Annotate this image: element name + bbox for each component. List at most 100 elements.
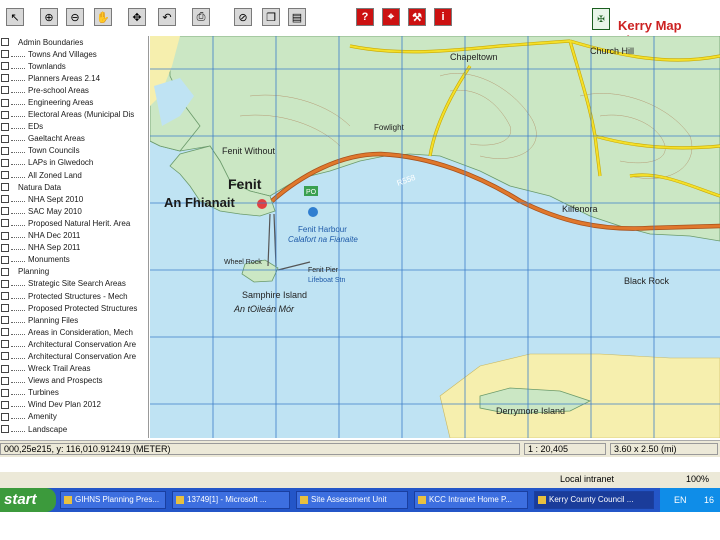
layer-checkbox[interactable] [1, 62, 9, 71]
layer-label: Admin Boundaries [18, 37, 84, 47]
layer-item[interactable]: Town Councils [0, 145, 148, 157]
layer-item[interactable]: NHA Sept 2010 [0, 193, 148, 205]
layer-checkbox[interactable] [1, 231, 9, 240]
layer-item[interactable]: Architectural Conservation Are [0, 350, 148, 362]
layer-checkbox[interactable] [1, 74, 9, 83]
layer-item[interactable]: SAC May 2010 [0, 205, 148, 217]
layer-checkbox[interactable] [1, 316, 9, 325]
taskbar-item-active[interactable]: Kerry County Council ... [534, 491, 654, 509]
layer-item[interactable]: Architectural Conservation Are [0, 338, 148, 350]
layer-checkbox[interactable] [1, 425, 9, 434]
layer-checkbox[interactable] [1, 352, 9, 361]
layer-item[interactable]: Pre-school Areas [0, 84, 148, 96]
zoom-out-icon[interactable]: ⊖ [66, 8, 84, 26]
layer-checkbox[interactable] [1, 183, 9, 192]
layer-symbol-icon [11, 378, 25, 384]
pan-hand-icon[interactable]: ✋ [94, 8, 112, 26]
layer-item[interactable]: Planners Areas 2.14 [0, 72, 148, 84]
layer-item[interactable]: Electoral Areas (Municipal Dis [0, 109, 148, 121]
layer-item[interactable]: Towns And Villages [0, 48, 148, 60]
layer-checkbox[interactable] [1, 158, 9, 167]
layer-checkbox[interactable] [1, 304, 9, 313]
layer-checkbox[interactable] [1, 279, 9, 288]
layer-item[interactable]: Natura Data [0, 181, 148, 193]
zoom-in-icon[interactable]: ⊕ [40, 8, 58, 26]
layer-checkbox[interactable] [1, 98, 9, 107]
security-zone: Local intranet [560, 474, 615, 484]
layer-label: NHA Dec 2011 [28, 231, 81, 241]
layer-item[interactable]: NHA Sep 2011 [0, 242, 148, 254]
layer-item[interactable]: Planning [0, 266, 148, 278]
layer-item[interactable]: Wreck Trail Areas [0, 363, 148, 375]
layer-checkbox[interactable] [1, 86, 9, 95]
layer-symbol-icon [11, 197, 25, 202]
layer-item[interactable]: All Zoned Land [0, 169, 148, 181]
layer-checkbox[interactable] [1, 267, 9, 276]
taskbar-item[interactable]: KCC Intranet Home P... [414, 491, 528, 509]
layer-symbol-icon [11, 40, 15, 44]
layer-item[interactable]: Engineering Areas [0, 96, 148, 108]
layer-checkbox[interactable] [1, 292, 9, 301]
layer-item[interactable]: Townlands [0, 60, 148, 72]
layer-label: Amenity [28, 412, 57, 422]
layer-item[interactable]: EDs [0, 121, 148, 133]
taskbar-item[interactable]: 13749[1] - Microsoft ... [172, 491, 290, 509]
layer-symbol-icon [11, 160, 25, 166]
layer-checkbox[interactable] [1, 122, 9, 131]
layer-item[interactable]: Amenity [0, 411, 148, 423]
taskbar-item[interactable]: Site Assessment Unit [296, 491, 408, 509]
help-icon[interactable]: ? [356, 8, 374, 26]
layer-checkbox[interactable] [1, 50, 9, 59]
layer-item[interactable]: Wind Dev Plan 2012 [0, 399, 148, 411]
layer-checkbox[interactable] [1, 146, 9, 155]
layer-item[interactable]: Monuments [0, 254, 148, 266]
layer-checkbox[interactable] [1, 219, 9, 228]
identify-icon[interactable]: ⊘ [234, 8, 252, 26]
label-fowlight: Fowlight [374, 123, 405, 132]
layer-item[interactable]: Admin Boundaries [0, 36, 148, 48]
layer-checkbox[interactable] [1, 364, 9, 373]
layer-item[interactable]: NHA Dec 2011 [0, 230, 148, 242]
full-extent-icon[interactable]: ✥ [128, 8, 146, 26]
layer-checkbox[interactable] [1, 207, 9, 216]
layer-checkbox[interactable] [1, 255, 9, 264]
taskbar-item[interactable]: GIHNS Planning Pres... [60, 491, 166, 509]
layer-checkbox[interactable] [1, 195, 9, 204]
language-indicator[interactable]: EN [674, 488, 687, 512]
layer-checkbox[interactable] [1, 110, 9, 119]
report-icon[interactable]: ▤ [288, 8, 306, 26]
layer-checkbox[interactable] [1, 376, 9, 385]
layer-checkbox[interactable] [1, 340, 9, 349]
print-icon[interactable]: ⎙ [192, 8, 210, 26]
layer-item[interactable]: Turbines [0, 387, 148, 399]
layer-item[interactable]: Proposed Natural Herit. Area [0, 217, 148, 229]
layer-checkbox[interactable] [1, 388, 9, 397]
layer-item[interactable]: Proposed Protected Structures [0, 302, 148, 314]
layer-item[interactable]: Views and Prospects [0, 375, 148, 387]
layer-item[interactable]: Strategic Site Search Areas [0, 278, 148, 290]
layer-checkbox[interactable] [1, 243, 9, 252]
locate-icon[interactable]: ⌖ [382, 8, 400, 26]
layer-item[interactable]: Planning Files [0, 314, 148, 326]
layer-checkbox[interactable] [1, 171, 9, 180]
layer-item[interactable]: Landscape [0, 423, 148, 435]
map-canvas[interactable]: Chapeltown Church Hill Fenit Without Fow… [149, 35, 720, 439]
layer-item[interactable]: Gaeltacht Areas [0, 133, 148, 145]
layer-symbol-icon [11, 88, 25, 93]
layer-checkbox[interactable] [1, 134, 9, 143]
layer-checkbox[interactable] [1, 328, 9, 337]
layer-item[interactable]: LAPs in Glwedoch [0, 157, 148, 169]
map-view[interactable]: Chapeltown Church Hill Fenit Without Fow… [149, 35, 720, 439]
info-icon[interactable]: i [434, 8, 452, 26]
select-arrow-icon[interactable]: ↖ [6, 8, 24, 26]
previous-extent-icon[interactable]: ↶ [158, 8, 176, 26]
layer-checkbox[interactable] [1, 400, 9, 409]
tools-icon[interactable]: ⚒ [408, 8, 426, 26]
layer-checkbox[interactable] [1, 38, 9, 47]
layer-item[interactable]: Areas in Consideration, Mech [0, 326, 148, 338]
start-button[interactable]: start [0, 488, 56, 512]
layer-checkbox[interactable] [1, 412, 9, 421]
zoom-level[interactable]: 100% [686, 474, 709, 484]
copy-icon[interactable]: ❐ [262, 8, 280, 26]
layer-item[interactable]: Protected Structures - Mech [0, 290, 148, 302]
